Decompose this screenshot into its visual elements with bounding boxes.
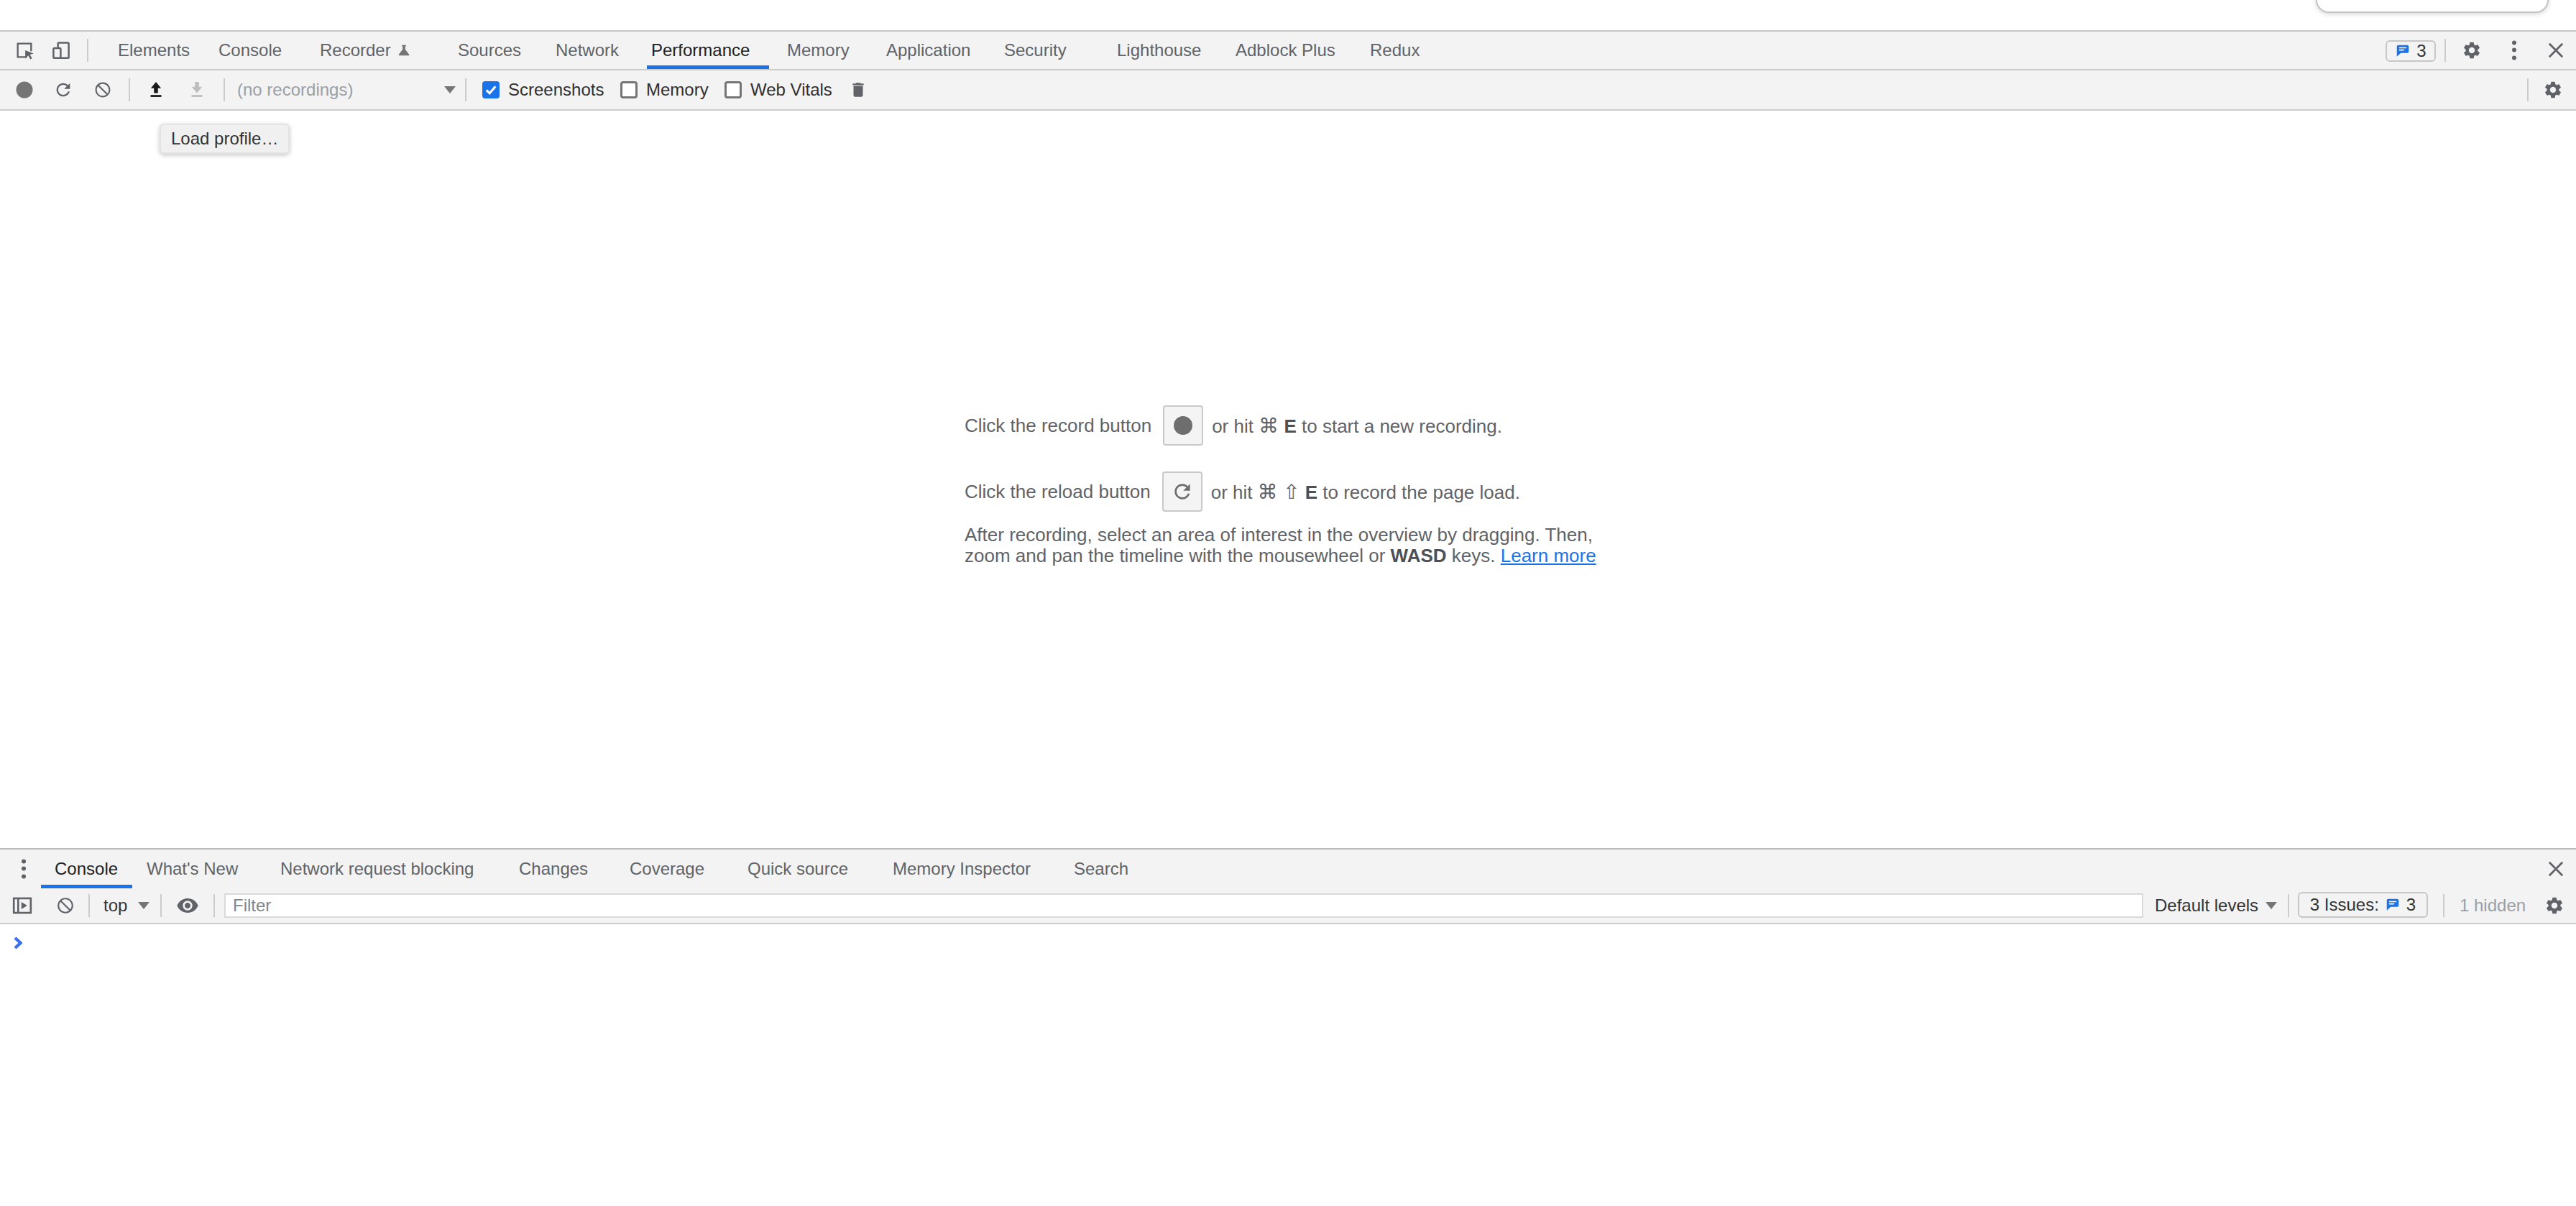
memory-checkbox[interactable]: Memory [620, 80, 709, 100]
record-button[interactable] [16, 81, 33, 98]
console-prompt-chevron [14, 936, 22, 949]
reload-record-button[interactable] [53, 80, 73, 100]
tab-adblock-plus[interactable]: Adblock Plus [1236, 32, 1335, 69]
drawer-tab-quick-source[interactable]: Quick source [748, 850, 848, 888]
issues-counter-button[interactable]: 3 [2386, 40, 2436, 62]
console-filter-input[interactable] [224, 893, 2143, 918]
divider [160, 894, 162, 917]
drawer-tabbar: Console What's New Network request block… [0, 848, 2576, 888]
divider [2288, 894, 2289, 917]
divider [2444, 39, 2446, 62]
drawer-tab-coverage[interactable]: Coverage [630, 850, 704, 888]
log-levels-caret-icon[interactable] [2266, 902, 2277, 909]
tab-network[interactable]: Network [556, 32, 619, 69]
close-drawer-icon[interactable] [2548, 861, 2564, 877]
context-caret-icon[interactable] [138, 902, 150, 909]
screenshots-checkbox[interactable]: Screenshots [482, 80, 604, 100]
recordings-select[interactable]: (no recordings) [237, 70, 353, 109]
performance-toolbar: (no recordings) Screenshots Memory Web V… [0, 70, 2576, 111]
divider [129, 78, 130, 101]
load-profile-icon[interactable] [147, 80, 165, 100]
divider [213, 894, 215, 917]
performance-panel-content: Load profile… Click the record button or… [0, 111, 2576, 848]
tab-application[interactable]: Application [886, 32, 970, 69]
web-vitals-checkbox[interactable]: Web Vitals [724, 80, 832, 100]
issues-bubble-icon [2395, 43, 2411, 59]
settings-gear-icon[interactable] [2462, 40, 2482, 60]
devtools-window: Elements Console Recorder Sources Networ… [0, 0, 2576, 1206]
tab-recorder[interactable]: Recorder [320, 32, 391, 69]
tab-sources[interactable]: Sources [458, 32, 521, 69]
tab-elements[interactable]: Elements [118, 32, 190, 69]
record-button-illustration[interactable] [1163, 405, 1203, 446]
drawer-tab-changes[interactable]: Changes [519, 850, 588, 888]
drawer-tab-network-request-blocking[interactable]: Network request blocking [280, 850, 474, 888]
hidden-messages-label: 1 hidden [2460, 888, 2526, 923]
divider [88, 894, 90, 917]
close-devtools-icon[interactable] [2548, 42, 2564, 58]
kebab-menu-icon[interactable] [2512, 41, 2516, 60]
drawer-tab-console[interactable]: Console [55, 850, 118, 888]
tab-lighthouse[interactable]: Lighthouse [1117, 32, 1201, 69]
flask-icon [396, 42, 412, 58]
console-messages-area[interactable] [0, 924, 2576, 1206]
tab-console[interactable]: Console [218, 32, 282, 69]
record-instruction: Click the record button or hit ⌘ E to st… [965, 405, 1596, 446]
usage-hint-paragraph: After recording, select an area of inter… [965, 525, 1596, 566]
clear-icon[interactable] [93, 81, 111, 99]
tab-security[interactable]: Security [1004, 32, 1067, 69]
context-selector[interactable]: top [104, 888, 127, 923]
log-levels-selector[interactable]: Default levels [2155, 888, 2258, 923]
learn-more-link[interactable]: Learn more [1501, 545, 1596, 566]
drawer-tab-whats-new[interactable]: What's New [147, 850, 238, 888]
performance-empty-state: Click the record button or hit ⌘ E to st… [965, 405, 1596, 566]
tab-memory[interactable]: Memory [787, 32, 850, 69]
console-issues-button[interactable]: 3 Issues: 3 [2298, 892, 2428, 918]
tab-redux[interactable]: Redux [1370, 32, 1420, 69]
divider [2527, 78, 2529, 101]
divider [2443, 894, 2444, 917]
reload-button-illustration[interactable] [1162, 471, 1202, 512]
main-tabbar: Elements Console Recorder Sources Networ… [0, 32, 2576, 70]
divider [87, 39, 88, 62]
reload-instruction: Click the reload button or hit ⌘ ⇧ E to … [965, 471, 1596, 512]
divider [465, 78, 466, 101]
live-expression-eye-icon[interactable] [176, 897, 199, 914]
capture-settings-gear-icon[interactable] [2543, 80, 2563, 100]
browser-pill-fragment [2316, 0, 2549, 13]
console-settings-gear-icon[interactable] [2544, 896, 2564, 916]
console-toolbar: top Default levels 3 Issues: 3 1 hidden [0, 888, 2576, 924]
tab-performance[interactable]: Performance [651, 32, 750, 69]
browser-top-strip [0, 0, 2576, 32]
drawer-tab-search[interactable]: Search [1074, 850, 1128, 888]
drawer-kebab-menu-icon[interactable] [22, 860, 26, 879]
selected-tab-underline [647, 65, 769, 69]
divider [224, 78, 225, 101]
device-toolbar-icon[interactable] [50, 40, 72, 61]
issues-bubble-icon [2385, 897, 2401, 913]
load-profile-tooltip: Load profile… [160, 124, 290, 154]
inspect-icon[interactable] [14, 40, 34, 60]
save-profile-icon[interactable] [188, 80, 206, 100]
recordings-select-caret-icon[interactable] [444, 86, 456, 93]
console-sidebar-icon[interactable] [12, 896, 33, 916]
clear-console-icon[interactable] [56, 896, 75, 915]
trash-icon[interactable] [849, 80, 868, 100]
drawer-tab-memory-inspector[interactable]: Memory Inspector [893, 850, 1031, 888]
